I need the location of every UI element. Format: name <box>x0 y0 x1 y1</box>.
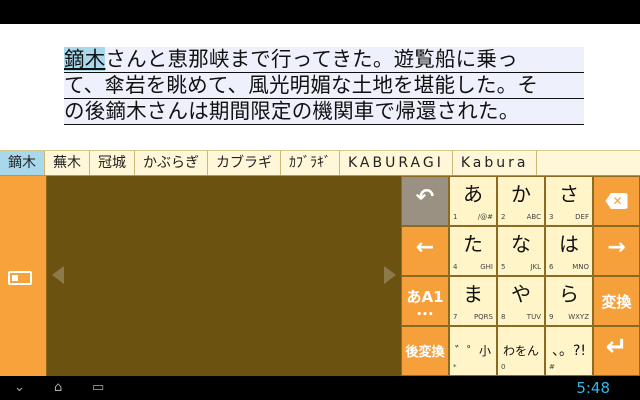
key-sub: JKL <box>530 263 541 271</box>
text-line-1-rest: さんと恵那峡まで行ってきた。遊覧船に乗っ <box>105 47 518 71</box>
key-sa[interactable]: さ 3 DEF <box>545 176 593 226</box>
arrow-right-icon: → <box>607 235 626 260</box>
reconvert-button[interactable]: 後変換 <box>401 326 449 376</box>
key-sub: DEF <box>575 213 589 221</box>
key-ha[interactable]: は 6 MNO <box>545 226 593 276</box>
key-sub: 5 <box>501 263 506 271</box>
key-sub: 3 <box>549 213 554 221</box>
key-label: ま <box>463 282 483 306</box>
key-label: た <box>463 232 483 256</box>
scroll-left-icon[interactable] <box>52 266 64 284</box>
key-dakuten[interactable]: ゛゜小 * <box>449 326 497 376</box>
key-sub: 2 <box>501 213 506 221</box>
key-label: か <box>511 182 531 206</box>
key-label: 、。?! <box>551 343 587 359</box>
key-sub: 6 <box>549 263 554 271</box>
candidate-bar: 鏑木 蕪木 冠城 かぶらぎ カブラギ ｶﾌﾞﾗｷﾞ KABURAGI Kabur… <box>0 150 640 176</box>
key-label: さ <box>559 182 579 206</box>
handwriting-area[interactable] <box>47 176 401 376</box>
mode-dots: ••• <box>416 310 434 320</box>
key-ta[interactable]: た 4 GHI <box>449 226 497 276</box>
key-sub: TUV <box>526 313 541 321</box>
home-icon[interactable]: ⌂ <box>54 376 62 400</box>
key-ka[interactable]: か 2 ABC <box>497 176 545 226</box>
key-label: な <box>511 232 531 256</box>
candidate-item[interactable]: 蕪木 <box>45 151 90 175</box>
recent-apps-icon[interactable]: ▭ <box>92 376 104 400</box>
key-wa[interactable]: わをん 0 <box>497 326 545 376</box>
reconvert-label: 後変換 <box>405 345 445 360</box>
candidate-item[interactable]: 鏑木 <box>0 151 45 175</box>
text-line-2: て、傘岩を眺めて、風光明媚な土地を堪能した。そ <box>64 73 584 99</box>
candidate-item[interactable]: かぶらぎ <box>135 151 208 175</box>
convert-label: 変換 <box>601 293 632 311</box>
undo-icon: ↶ <box>415 185 435 210</box>
key-sub: 8 <box>501 313 506 321</box>
text-editor[interactable]: 鏑木さんと恵那峡まで行ってきた。遊覧船に乗っ て、傘岩を眺めて、風光明媚な土地を… <box>0 24 640 150</box>
key-sub: /@# <box>477 213 493 221</box>
keyboard-switch-icon[interactable] <box>8 271 32 285</box>
edit-text: 鏑木さんと恵那峡まで行ってきた。遊覧船に乗っ て、傘岩を眺めて、風光明媚な土地を… <box>64 47 584 125</box>
undo-button[interactable]: ↶ <box>401 176 449 226</box>
text-line-1: 鏑木さんと恵那峡まで行ってきた。遊覧船に乗っ <box>64 47 584 73</box>
candidate-item[interactable]: 冠城 <box>90 151 135 175</box>
key-sub: MNO <box>572 263 589 271</box>
keyboard: ↶ ← あA1 ••• 後変換 あ 1 /@# か 2 ABC さ 3 DEF た 4… <box>0 176 640 376</box>
delete-button[interactable]: ✕ <box>593 176 640 226</box>
key-sub: ABC <box>526 213 541 221</box>
key-sub: WXYZ <box>568 313 589 321</box>
key-sub: PQRS <box>473 313 493 321</box>
key-label: ゛゜小 <box>454 344 491 358</box>
key-sub: GHI <box>480 263 493 271</box>
convert-button[interactable]: 変換 <box>593 276 640 326</box>
keyboard-side-panel <box>0 176 47 376</box>
navigation-bar: ⌄ ⌂ ▭ 5:48 <box>0 376 640 400</box>
key-label: ら <box>559 282 579 306</box>
status-bar <box>0 0 640 24</box>
candidate-item[interactable]: KABURAGI <box>340 151 453 175</box>
key-sub: 1 <box>453 213 458 221</box>
enter-icon: ↵ <box>605 332 628 362</box>
cursor-left-button[interactable]: ← <box>401 226 449 276</box>
text-line-3: の後鏑木さんは期間限定の機関車で帰還された。 <box>64 99 584 125</box>
key-sub: 0 <box>501 363 506 371</box>
candidate-item[interactable]: ｶﾌﾞﾗｷﾞ <box>281 151 340 175</box>
scroll-right-icon[interactable] <box>384 266 396 284</box>
enter-button[interactable]: ↵ <box>593 326 640 376</box>
key-na[interactable]: な 5 JKL <box>497 226 545 276</box>
candidate-item[interactable]: Kabura <box>453 151 538 175</box>
key-sub: 9 <box>549 313 554 321</box>
key-punct[interactable]: 、。?! # <box>545 326 593 376</box>
key-sub: 4 <box>453 263 458 271</box>
key-sub: 7 <box>453 313 458 321</box>
key-label: あ <box>463 182 483 206</box>
key-a[interactable]: あ 1 /@# <box>449 176 497 226</box>
arrow-left-icon: ← <box>415 235 435 260</box>
back-icon[interactable]: ⌄ <box>14 376 25 400</box>
key-label: や <box>511 282 531 306</box>
input-mode-button[interactable]: あA1 ••• <box>401 276 449 326</box>
key-sub: # <box>549 363 555 371</box>
cursor-right-button[interactable]: → <box>593 226 640 276</box>
key-ra[interactable]: ら 9 WXYZ <box>545 276 593 326</box>
key-ya[interactable]: や 8 TUV <box>497 276 545 326</box>
candidate-item[interactable]: カブラギ <box>208 151 281 175</box>
input-mode-label: あA1 <box>406 288 444 306</box>
composing-text: 鏑木 <box>64 47 106 71</box>
key-label: わをん <box>502 344 539 358</box>
backspace-icon: ✕ <box>594 190 639 210</box>
key-label: は <box>559 232 579 256</box>
key-ma[interactable]: ま 7 PQRS <box>449 276 497 326</box>
clock: 5:48 <box>576 379 610 397</box>
key-sub: * <box>453 363 457 371</box>
